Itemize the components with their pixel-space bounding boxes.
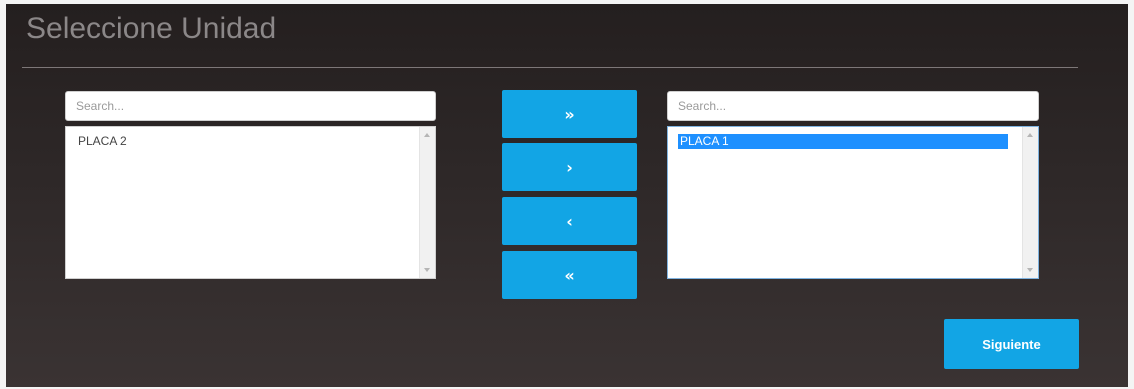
- selected-scrollbar[interactable]: [1022, 127, 1038, 278]
- page-title: Seleccione Unidad: [26, 12, 277, 45]
- scroll-down-icon[interactable]: [424, 268, 430, 272]
- available-scrollbar[interactable]: [419, 127, 435, 278]
- unit-selection-panel: Seleccione Unidad PLACA 2 » › ‹ « PLACA …: [6, 4, 1128, 387]
- move-all-right-button[interactable]: »: [502, 90, 637, 138]
- move-right-button[interactable]: ›: [502, 143, 637, 191]
- move-left-button[interactable]: ‹: [502, 197, 637, 245]
- scroll-down-icon[interactable]: [1027, 268, 1033, 272]
- selected-listbox[interactable]: PLACA 1: [667, 126, 1039, 279]
- scroll-up-icon[interactable]: [1027, 133, 1033, 137]
- list-item[interactable]: PLACA 2: [76, 134, 129, 149]
- move-all-left-button[interactable]: «: [502, 251, 637, 299]
- list-item[interactable]: PLACA 1: [678, 134, 1008, 149]
- title-divider: [22, 67, 1078, 68]
- next-button[interactable]: Siguiente: [944, 319, 1079, 369]
- available-listbox[interactable]: PLACA 2: [65, 126, 436, 279]
- scroll-up-icon[interactable]: [424, 133, 430, 137]
- selected-search-input[interactable]: [667, 91, 1039, 121]
- available-search-input[interactable]: [65, 91, 436, 121]
